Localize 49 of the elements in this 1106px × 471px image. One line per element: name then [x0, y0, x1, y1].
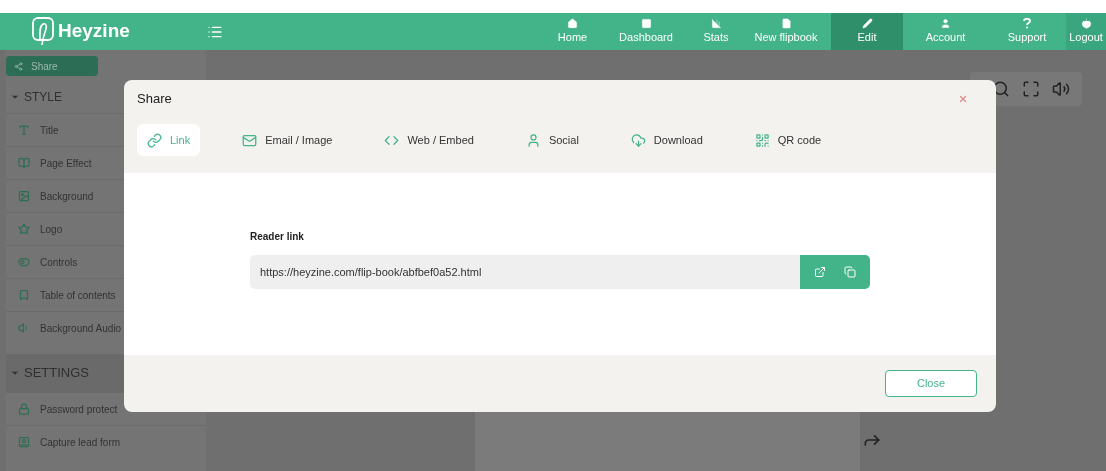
person-icon [525, 132, 541, 148]
tab[interactable]: QR code [744, 124, 832, 156]
share-icon [14, 61, 23, 71]
nav-item[interactable]: Support [988, 13, 1066, 50]
person-icon [18, 436, 30, 448]
lock-icon [18, 403, 30, 415]
dialog-title: Share [137, 90, 172, 109]
logo-icon [32, 16, 54, 47]
sidebar-item[interactable]: Capture lead form [6, 425, 206, 458]
tab[interactable]: Email / Image [232, 124, 343, 156]
tab[interactable]: Web / Embed [374, 124, 484, 156]
mail-icon [242, 132, 258, 148]
speaker-icon[interactable] [1052, 80, 1070, 98]
nav-item[interactable]: Stats [691, 13, 741, 50]
field-label: Reader link [250, 230, 305, 244]
brand-name: Heyzine [58, 19, 130, 44]
close-icon[interactable] [958, 94, 968, 104]
image-icon [18, 190, 30, 202]
toggle-icon [18, 256, 30, 268]
tab[interactable]: Download [620, 124, 713, 156]
close-button[interactable]: Close [885, 370, 977, 397]
cloud-download-icon [630, 132, 646, 148]
nav-item[interactable]: New flipbook [741, 13, 831, 50]
caret-icon [10, 368, 20, 378]
copy-icon[interactable] [844, 266, 856, 278]
open-icon[interactable] [814, 266, 826, 278]
document-icon [780, 17, 792, 29]
star-icon [18, 223, 30, 235]
search-icon[interactable] [992, 80, 1010, 98]
question-icon [1023, 17, 1031, 29]
book-icon [18, 157, 30, 169]
letter-icon [18, 124, 30, 136]
person-icon [940, 17, 951, 29]
nav-item[interactable]: Home [544, 13, 601, 50]
pencil-icon [861, 17, 873, 29]
bookmark-icon [18, 289, 30, 301]
nav-item[interactable]: Edit [831, 13, 903, 50]
qr-code-icon [754, 132, 770, 148]
nav-item[interactable]: Account [903, 13, 988, 50]
home-icon [567, 17, 578, 29]
tab[interactable]: Link [137, 124, 201, 156]
speaker-icon [18, 322, 30, 334]
nav-item[interactable]: Logout [1066, 13, 1106, 50]
nav-item[interactable]: Dashboard [601, 13, 691, 50]
link-icon [147, 132, 162, 148]
share-button[interactable]: Share [6, 56, 98, 76]
tab[interactable]: Social [515, 124, 589, 156]
link-field[interactable]: https://heyzine.com/flip-book/abfbef0a52.html [250, 255, 800, 289]
fullscreen-icon[interactable] [1022, 80, 1040, 98]
